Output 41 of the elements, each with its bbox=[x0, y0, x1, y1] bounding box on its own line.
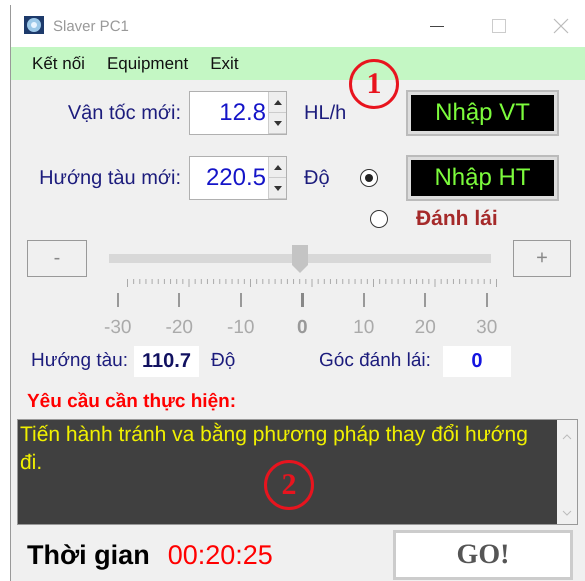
unit-label: HL/h bbox=[304, 102, 348, 124]
heading-label: Hướng tàu: bbox=[31, 350, 128, 372]
slider-thumb[interactable] bbox=[292, 244, 308, 272]
rudder-angle-label: Góc đánh lái: bbox=[318, 350, 431, 372]
field-label: Hướng tàu mới: bbox=[38, 166, 181, 190]
number-spinner[interactable]: 12.8 bbox=[189, 91, 287, 135]
app-icon bbox=[23, 15, 45, 37]
menu-item[interactable]: Exit bbox=[201, 54, 252, 74]
time-value: 00:20:25 bbox=[168, 540, 274, 570]
down-arrow-icon[interactable] bbox=[274, 120, 282, 126]
enter-button[interactable]: Nhập HT bbox=[406, 155, 559, 201]
tick-label: -10 bbox=[227, 317, 254, 339]
tick-label: 10 bbox=[353, 317, 374, 339]
down-arrow-icon[interactable] bbox=[274, 186, 282, 190]
number-field[interactable]: 220.5 bbox=[190, 157, 268, 199]
number-field[interactable]: 12.8 bbox=[190, 92, 268, 134]
task-title: Yêu cầu cần thực hiện: bbox=[27, 391, 238, 413]
tick-label: 30 bbox=[476, 317, 498, 339]
rudder-angle-value: 0 bbox=[442, 346, 511, 376]
annotation-marker: 1 bbox=[349, 59, 399, 109]
tick-label: 0 bbox=[296, 317, 308, 339]
up-arrow-icon[interactable] bbox=[274, 164, 282, 170]
time-label: Thời gian bbox=[27, 540, 150, 570]
radio-button[interactable] bbox=[370, 210, 388, 228]
annotation-marker: 2 bbox=[264, 460, 314, 510]
menu-item[interactable]: Kết nối bbox=[23, 54, 98, 74]
field-label: Vận tốc mới: bbox=[66, 102, 181, 124]
tick-label: -20 bbox=[166, 317, 193, 339]
tick-label: -30 bbox=[104, 317, 132, 339]
number-spinner[interactable]: 220.5 bbox=[189, 156, 287, 200]
steering-label: Đánh lái bbox=[416, 207, 498, 231]
enter-button[interactable]: Nhập VT bbox=[406, 90, 559, 136]
radio-button[interactable] bbox=[360, 169, 378, 187]
up-arrow-icon[interactable] bbox=[274, 100, 282, 104]
go-button[interactable]: GO! bbox=[393, 530, 573, 580]
heading-value: 110.7 bbox=[134, 346, 199, 376]
unit-label: Độ bbox=[210, 350, 236, 372]
tick-label: 20 bbox=[414, 317, 436, 339]
menu-item[interactable]: Equipment bbox=[98, 54, 202, 74]
unit-label: Độ bbox=[304, 166, 331, 190]
window-title: Slaver PC1 bbox=[53, 18, 130, 34]
